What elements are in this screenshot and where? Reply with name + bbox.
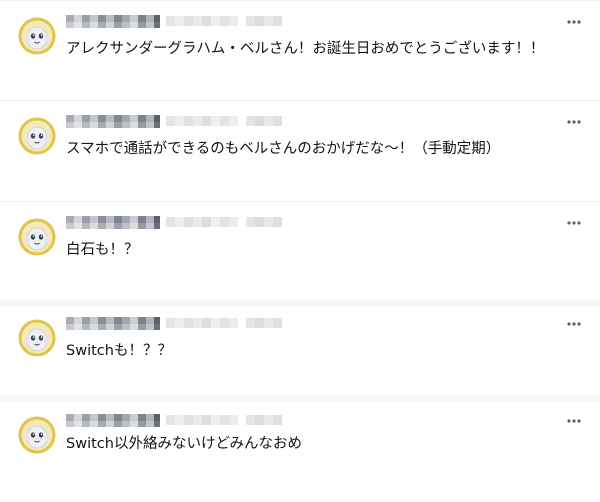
avatar[interactable] — [18, 319, 56, 357]
post-text: Switch以外絡みないけどみんなおめ — [66, 436, 303, 452]
more-options-button[interactable] — [562, 111, 586, 133]
more-horizontal-icon — [567, 20, 581, 24]
more-options-button[interactable] — [562, 410, 586, 432]
post-text: アレクサンダーグラハム・ベルさん！お誕生日おめでとうございます！！ — [66, 41, 545, 57]
post-text: 白石も！？ — [66, 242, 139, 258]
feed-seam — [0, 300, 600, 307]
more-horizontal-icon — [567, 221, 581, 225]
feed-seam — [0, 395, 600, 402]
post-3[interactable]: 白石も！？ — [0, 202, 600, 303]
author-meta-redacted[interactable] — [66, 13, 286, 29]
post-5[interactable]: Switch以外絡みないけどみんなおめ — [0, 400, 600, 502]
post-2[interactable]: スマホで通話ができるのもベルさんのおかげだな～！（手動定期） — [0, 101, 600, 202]
more-horizontal-icon — [567, 322, 581, 326]
avatar[interactable] — [18, 17, 56, 55]
post-4[interactable]: Switchも！？？ — [0, 303, 600, 400]
author-meta-redacted[interactable] — [66, 412, 286, 428]
more-horizontal-icon — [567, 120, 581, 124]
post-1[interactable]: アレクサンダーグラハム・ベルさん！お誕生日おめでとうございます！！ — [0, 0, 600, 101]
more-options-button[interactable] — [562, 313, 586, 335]
reply-feed: アレクサンダーグラハム・ベルさん！お誕生日おめでとうございます！！ スマホで通話… — [0, 0, 600, 502]
avatar[interactable] — [18, 218, 56, 256]
more-horizontal-icon — [567, 419, 581, 423]
avatar[interactable] — [18, 416, 56, 454]
post-text: Switchも！？？ — [66, 343, 172, 359]
author-meta-redacted[interactable] — [66, 214, 286, 230]
author-meta-redacted[interactable] — [66, 315, 286, 331]
post-text: スマホで通話ができるのもベルさんのおかげだな～！（手動定期） — [66, 141, 501, 157]
avatar[interactable] — [18, 117, 56, 155]
more-options-button[interactable] — [562, 11, 586, 33]
author-meta-redacted[interactable] — [66, 113, 286, 129]
more-options-button[interactable] — [562, 212, 586, 234]
